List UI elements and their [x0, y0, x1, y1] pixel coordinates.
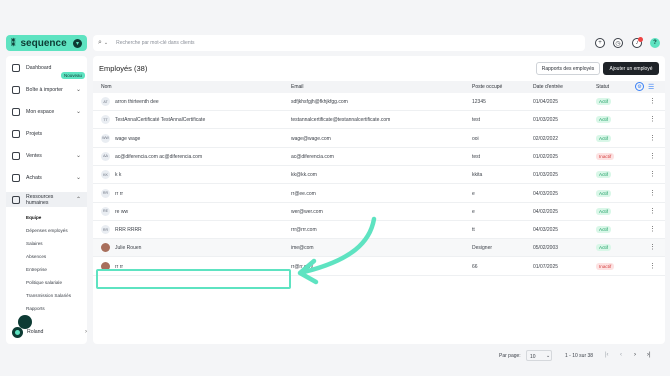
- per-page-label: Par page:: [499, 353, 521, 359]
- last-page-icon[interactable]: ›|: [647, 352, 651, 358]
- chevron-down-icon[interactable]: ⌄: [546, 353, 550, 359]
- prev-page-icon[interactable]: ‹: [620, 352, 622, 358]
- app-frame: ⁑ sequence ▾ ⌕ ⌄ Recherche par mot-clé d…: [0, 28, 670, 361]
- pointer-arrow-icon: [297, 216, 377, 285]
- chat-launcher-icon[interactable]: [18, 315, 32, 329]
- next-page-icon[interactable]: ›: [634, 352, 636, 358]
- pagination: Par page: 10 ⌄ 1 - 10 sur 38 |‹ ‹ › ›|: [93, 350, 665, 364]
- first-page-icon[interactable]: |‹: [605, 352, 609, 358]
- pagination-range: 1 - 10 sur 38: [565, 353, 594, 359]
